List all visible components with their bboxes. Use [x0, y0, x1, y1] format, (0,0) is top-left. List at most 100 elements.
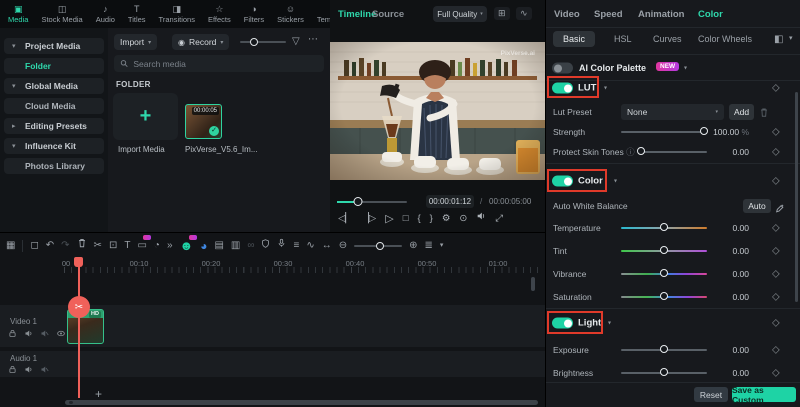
delete-icon[interactable]	[77, 237, 87, 255]
tab-titles[interactable]: T Titles	[128, 4, 146, 24]
mark-in-icon[interactable]: {	[417, 212, 420, 226]
slider-handle[interactable]	[250, 38, 258, 46]
search-input[interactable]	[133, 59, 318, 69]
auto-white-balance-button[interactable]: Auto	[743, 199, 771, 213]
keyframe-icon[interactable]: ◇	[772, 345, 780, 356]
clapper-icon[interactable]: ▭	[137, 238, 146, 254]
keyframe-icon[interactable]: ◇	[772, 83, 780, 94]
brightness-slider[interactable]	[621, 368, 707, 378]
volume-icon[interactable]	[24, 365, 33, 374]
chevron-down-icon[interactable]: ▾	[608, 320, 611, 327]
keyframe-icon[interactable]: ◇	[772, 269, 780, 280]
keyframe-icon[interactable]: ◇	[772, 223, 780, 234]
record-button[interactable]: ◉ Record ▾	[172, 34, 229, 50]
previous-frame-icon[interactable]: ◁▏	[338, 212, 353, 226]
light-toggle[interactable]	[552, 318, 573, 329]
volume-icon[interactable]	[24, 329, 33, 338]
slider-handle[interactable]	[660, 345, 668, 353]
reset-button[interactable]: Reset	[694, 387, 728, 402]
import-media-tile[interactable]: +	[113, 93, 178, 140]
select-tool-icon[interactable]: ◻	[30, 238, 38, 254]
slider-handle[interactable]	[700, 127, 708, 135]
tint-slider[interactable]	[621, 246, 707, 256]
chevron-down-icon[interactable]: ▾	[684, 65, 687, 72]
audio-track-lane[interactable]: Audio 1	[0, 351, 545, 377]
play-icon[interactable]: ▷	[385, 212, 393, 226]
cut-scissors-bubble[interactable]: ✂	[68, 296, 90, 318]
delete-lut-icon[interactable]	[759, 105, 769, 123]
tab-video[interactable]: Video	[554, 9, 580, 20]
strength-slider[interactable]	[621, 127, 707, 137]
tab-audio[interactable]: ♪ Audio	[96, 4, 115, 24]
more-tools-icon[interactable]: »	[167, 238, 173, 254]
video-viewport[interactable]: PixVerse.ai	[330, 42, 545, 180]
inspector-scrollbar[interactable]	[795, 92, 798, 302]
fit-timeline-icon[interactable]: ↔	[322, 238, 332, 254]
search-bar[interactable]	[114, 55, 324, 72]
fullscreen-icon[interactable]: ⤢	[495, 212, 503, 226]
mute-icon[interactable]	[40, 365, 49, 374]
sidebar-item-photos-library[interactable]: Photos Library	[4, 158, 104, 174]
keyframe-icon[interactable]: ◇	[772, 147, 780, 158]
timeline-ruler[interactable]: 00 00:10 00:20 00:30 00:40 00:50 01:00	[60, 259, 539, 273]
timeline-vertical-scrollbar[interactable]	[531, 277, 535, 291]
audio-mixer-icon[interactable]: ≡	[293, 238, 299, 254]
chevron-down-icon[interactable]: ▾	[789, 34, 793, 42]
media-clip-thumbnail[interactable]: 00:00:05 ✓	[185, 104, 222, 139]
snapshot-icon[interactable]: ⊙	[459, 212, 467, 226]
vibrance-slider[interactable]	[621, 269, 707, 279]
slider-handle[interactable]	[660, 269, 668, 277]
next-frame-icon[interactable]: ▕▷	[362, 212, 377, 226]
tab-stickers[interactable]: ☺ Stickers	[277, 4, 304, 24]
audio-sync-icon[interactable]: ∿	[306, 238, 314, 254]
zoom-in-icon[interactable]: ⊕	[409, 238, 417, 254]
exposure-slider[interactable]	[621, 345, 707, 355]
shield-icon[interactable]	[261, 238, 270, 255]
playhead-handle[interactable]	[74, 257, 83, 267]
keyframe-icon[interactable]: ◇	[772, 318, 780, 329]
keyframe-icon[interactable]: ◇	[772, 368, 780, 379]
track-height-icon[interactable]: ≣	[425, 238, 433, 254]
scopes-icon[interactable]: ∿	[516, 7, 532, 20]
crop-icon[interactable]: ⊡	[109, 238, 117, 254]
stop-icon[interactable]: □	[403, 212, 409, 226]
layout-grid-icon[interactable]: ⊞	[494, 7, 510, 20]
chevron-down-icon[interactable]: ▾	[440, 238, 444, 254]
lut-toggle[interactable]	[552, 83, 573, 94]
tab-transitions[interactable]: ◨ Transitions	[159, 4, 195, 24]
speed-clock-icon[interactable]: ◔	[154, 238, 160, 254]
mask-icon[interactable]: ◕	[200, 238, 207, 254]
lut-preset-dropdown[interactable]: None ▾	[621, 104, 724, 120]
subtab-color-wheels[interactable]: Color Wheels	[698, 34, 752, 44]
slider-handle[interactable]	[660, 246, 668, 254]
undo-icon[interactable]: ↶	[46, 238, 54, 254]
thumbnail-size-slider[interactable]	[240, 41, 286, 43]
tab-timeline-preview[interactable]: Timeline	[338, 9, 376, 20]
tab-effects[interactable]: ☆ Effects	[208, 4, 231, 24]
lock-icon[interactable]	[8, 329, 17, 338]
eyedropper-icon[interactable]	[775, 200, 785, 218]
saturation-slider[interactable]	[621, 292, 707, 302]
tab-filters[interactable]: ◑ Filters	[244, 4, 264, 24]
import-button[interactable]: Import ▾	[114, 34, 157, 50]
export-frame-icon[interactable]: ▤	[214, 238, 223, 254]
sidebar-item-project-media[interactable]: ▾ Project Media	[4, 38, 104, 54]
ai-assistant-icon[interactable]: ☻	[180, 238, 194, 254]
sidebar-item-folder[interactable]: Folder	[4, 58, 104, 74]
zoom-out-icon[interactable]: ⊖	[339, 238, 347, 254]
keyframe-icon[interactable]: ◇	[772, 246, 780, 257]
tab-source-preview[interactable]: Source	[372, 9, 404, 20]
color-toggle[interactable]	[552, 176, 573, 187]
save-as-custom-button[interactable]: Save as Custom	[732, 387, 796, 402]
keyframe-icon[interactable]: ◇	[772, 176, 780, 187]
subtab-hsl[interactable]: HSL	[614, 34, 632, 44]
keyframe-icon[interactable]: ◇	[772, 292, 780, 303]
microphone-icon[interactable]	[277, 237, 286, 255]
split-icon[interactable]: ✂	[94, 238, 102, 254]
slider-handle[interactable]	[637, 147, 645, 155]
subtab-basic[interactable]: Basic	[553, 31, 595, 47]
sidebar-item-global-media[interactable]: ▾ Global Media	[4, 78, 104, 94]
compare-view-icon[interactable]: ◧	[774, 34, 783, 45]
redo-icon[interactable]: ↷	[61, 238, 69, 254]
sidebar-item-influence-kit[interactable]: ▾ Influence Kit	[4, 138, 104, 154]
